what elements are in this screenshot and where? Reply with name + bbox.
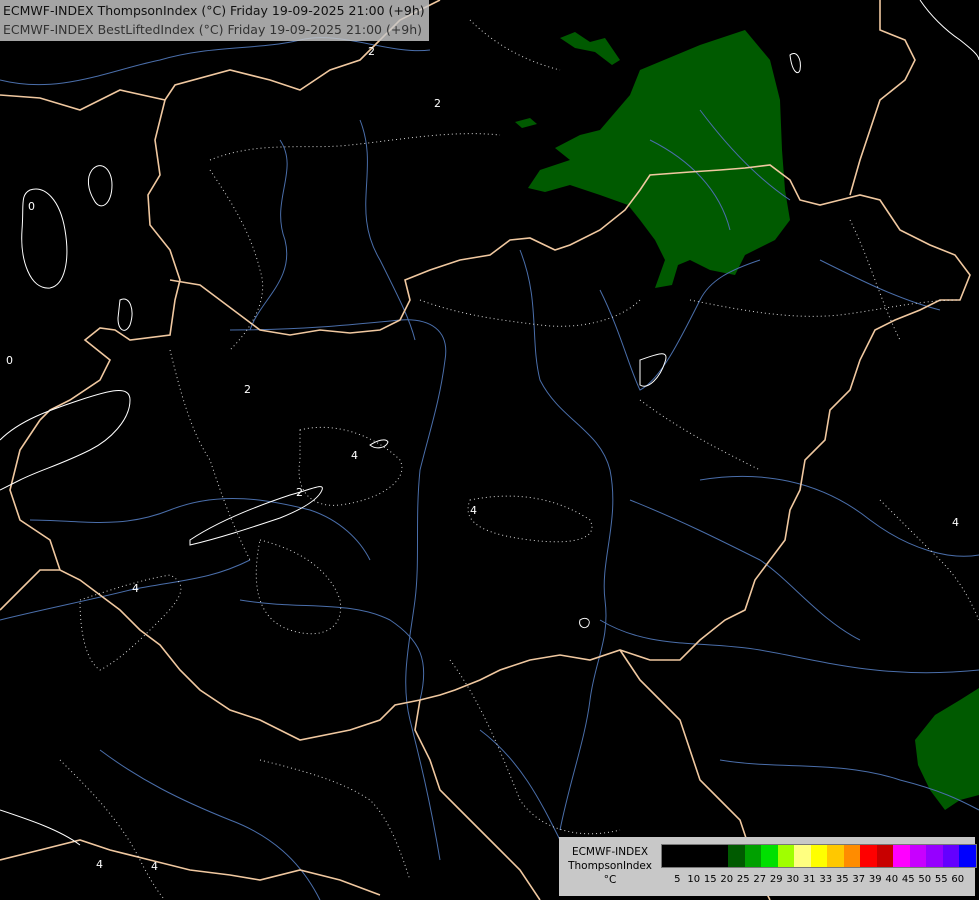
legend-unit: °C	[603, 874, 617, 886]
contour-label: 4	[96, 858, 103, 871]
legend-swatch	[810, 845, 827, 867]
legend-swatch	[678, 845, 695, 867]
legend-label: ECMWF-INDEX ThompsonIndex °C	[561, 845, 659, 887]
contour-label: 4	[151, 860, 158, 873]
legend-swatch	[711, 845, 728, 867]
legend-tick-label: 20	[720, 874, 734, 885]
title-line-thompson: ECMWF-INDEX ThompsonIndex (°C) Friday 19…	[3, 3, 425, 18]
legend-tick-label: 27	[753, 874, 767, 885]
contour-label: 0	[28, 200, 35, 213]
contour-label: 0	[6, 354, 13, 367]
legend-tick-label: 15	[703, 874, 717, 885]
legend-tick-label: 60	[951, 874, 965, 885]
legend-tick-label: 5	[674, 874, 681, 885]
legend-tick-label: 31	[802, 874, 816, 885]
color-legend: ECMWF-INDEX ThompsonIndex °C 5 10 15 20 25 27…	[559, 837, 977, 896]
legend-ticks: 5 10 15 20 25 27 29 30 31 33 35 37 39 40 45 50 55 60	[661, 874, 966, 885]
legend-swatch	[942, 845, 959, 867]
legend-model: ECMWF-INDEX	[571, 846, 649, 858]
contour-label: 4	[351, 449, 358, 462]
legend-swatch	[926, 845, 943, 867]
legend-color-bar	[661, 844, 977, 868]
legend-tick-label: 45	[901, 874, 915, 885]
contour-label: 4	[952, 516, 959, 529]
legend-swatch	[959, 845, 976, 867]
legend-swatch	[744, 845, 761, 867]
legend-tick-label: 55	[934, 874, 948, 885]
legend-tick-label: 29	[769, 874, 783, 885]
legend-swatch	[860, 845, 877, 867]
contour-label: 4	[470, 504, 477, 517]
contour-label: 2	[296, 486, 303, 499]
legend-swatch	[827, 845, 844, 867]
legend-tick-label: 39	[868, 874, 882, 885]
title-line-lifted: ECMWF-INDEX BestLiftedIndex (°C) Friday …	[3, 22, 423, 37]
legend-swatch	[876, 845, 893, 867]
legend-swatch	[794, 845, 811, 867]
legend-swatch	[843, 845, 860, 867]
legend-variable: ThompsonIndex	[568, 860, 652, 872]
legend-tick-label: 40	[885, 874, 899, 885]
legend-tick-label: 50	[918, 874, 932, 885]
contour-label: 2	[244, 383, 251, 396]
legend-tick-label: 37	[852, 874, 866, 885]
legend-swatch	[909, 845, 926, 867]
legend-tick-label: 10	[687, 874, 701, 885]
map-title: ECMWF-INDEX ThompsonIndex (°C) Friday 19…	[0, 0, 429, 41]
contour-label: 4	[132, 582, 139, 595]
legend-tick-spacer	[661, 874, 669, 885]
legend-swatch	[728, 845, 745, 867]
legend-tick-label: 25	[736, 874, 750, 885]
legend-swatch	[695, 845, 712, 867]
legend-tick-label: 35	[835, 874, 849, 885]
legend-swatch	[893, 845, 910, 867]
legend-tick-label: 33	[819, 874, 833, 885]
legend-swatch	[662, 845, 679, 867]
weather-map: 2 2 0 0 2 4 2 4 4 4 4 4	[0, 0, 979, 900]
contour-label: 2	[434, 97, 441, 110]
legend-tick-label: 30	[786, 874, 800, 885]
contour-label: 2	[368, 45, 375, 58]
legend-swatch	[761, 845, 778, 867]
map-background	[0, 0, 979, 900]
legend-swatch	[777, 845, 794, 867]
